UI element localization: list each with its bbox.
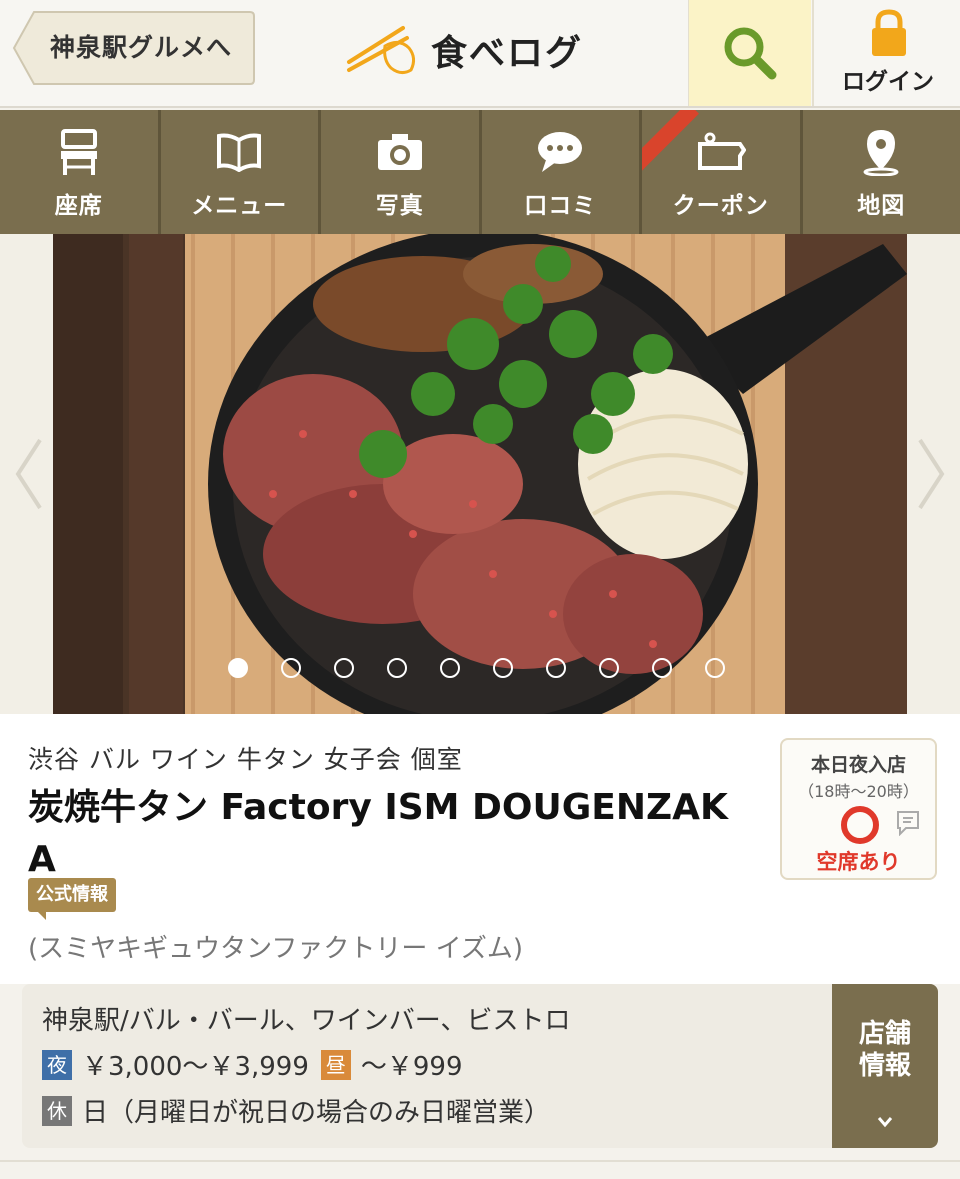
- gallery-dot[interactable]: [334, 658, 354, 678]
- nav-item-seats[interactable]: 座席: [0, 110, 161, 234]
- genre-text: 神泉駅/バル・バール、ワインバー、ビストロ: [42, 1006, 571, 1036]
- nav-item-reviews[interactable]: 口コミ: [482, 110, 642, 234]
- photo-gallery[interactable]: [0, 234, 960, 714]
- search-icon: [724, 27, 777, 80]
- vacancy-status-text: 空席あり: [816, 850, 901, 874]
- nav-label-menu: メニュー: [191, 193, 288, 219]
- login-button[interactable]: ログイン: [812, 0, 960, 106]
- restaurant-name: 炭焼牛タン Factory ISM DOUGENZAKA: [28, 787, 728, 880]
- back-to-area-button[interactable]: 神泉駅グルメへ: [12, 10, 256, 86]
- gallery-dot[interactable]: [493, 658, 513, 678]
- lunch-price: 〜￥999: [360, 1052, 463, 1082]
- speech-bubble-icon: [536, 128, 584, 176]
- back-button-label: 神泉駅グルメへ: [50, 33, 233, 62]
- chair-icon: [57, 128, 101, 176]
- nav-item-coupons[interactable]: クーポン: [642, 110, 803, 234]
- nav-item-photos[interactable]: 写真: [321, 110, 482, 234]
- dish-photo-illustration: [53, 234, 907, 714]
- search-button[interactable]: [688, 0, 811, 106]
- nav-label-photos: 写真: [375, 193, 424, 219]
- nav-label-reviews: 口コミ: [524, 193, 597, 219]
- restaurant-tags: 渋谷 バル ワイン 牛タン 女子会 個室: [28, 745, 463, 774]
- vacancy-title: 本日夜入店: [810, 754, 906, 776]
- nav-label-map: 地図: [857, 193, 906, 219]
- holiday-badge: 休: [42, 1095, 72, 1126]
- header: 神泉駅グルメへ 食べログ ログイン: [0, 0, 960, 108]
- nav-label-seats: 座席: [54, 193, 103, 219]
- shop-info-button[interactable]: 店舗 情報: [832, 984, 938, 1148]
- gallery-dot[interactable]: [387, 658, 407, 678]
- tabelog-logo[interactable]: 食べログ: [345, 20, 583, 80]
- book-icon: [215, 128, 263, 176]
- coupon-icon: [696, 128, 746, 176]
- nav-item-map[interactable]: 地図: [803, 110, 960, 234]
- night-badge: 夜: [42, 1049, 72, 1080]
- restaurant-nav: 座席 メニュー 写真 口コミ クーポン 地図: [0, 110, 960, 234]
- restaurant-kana: (スミヤキギュウタンファクトリー イズム): [28, 934, 523, 964]
- nav-label-coupons: クーポン: [672, 193, 769, 219]
- gallery-dot[interactable]: [440, 658, 460, 678]
- restaurant-info: 渋谷 バル ワイン 牛タン 女子会 個室 炭焼牛タン Factory ISM D…: [0, 714, 960, 984]
- lock-icon: [872, 9, 906, 56]
- gallery-dot[interactable]: [546, 658, 566, 678]
- chopsticks-logo-icon: [347, 26, 416, 75]
- map-pin-icon: [861, 128, 901, 176]
- camera-icon: [376, 128, 424, 176]
- holiday-text: 日（月曜日が祝日の場合のみ日曜営業）: [82, 1098, 551, 1128]
- gallery-dot[interactable]: [599, 658, 619, 678]
- night-price: ￥3,000〜￥3,999: [82, 1052, 309, 1082]
- available-circle-icon: [841, 806, 879, 844]
- gallery-dot[interactable]: [652, 658, 672, 678]
- logo-text: 食べログ: [431, 33, 584, 74]
- login-label: ログイン: [842, 69, 934, 95]
- official-info-badge[interactable]: 公式情報: [28, 878, 116, 920]
- new-ribbon: [642, 110, 699, 178]
- lunch-badge: 昼: [320, 1049, 351, 1080]
- genre-line: 神泉駅/バル・バール、ワインバー、ビストロ: [42, 1000, 571, 1037]
- gallery-dot[interactable]: [228, 658, 248, 678]
- chat-icon: [897, 811, 919, 836]
- dish-photo: [53, 234, 907, 714]
- shop-info-label: 店舗 情報: [858, 1019, 911, 1081]
- nav-item-menu[interactable]: メニュー: [161, 110, 321, 234]
- chevron-down-icon: [877, 1117, 893, 1128]
- chevron-right-icon[interactable]: [916, 434, 946, 514]
- holiday-line: 休 日（月曜日が祝日の場合のみ日曜営業）: [42, 1092, 550, 1129]
- chevron-left-icon[interactable]: [14, 434, 44, 514]
- restaurant-details: 神泉駅/バル・バール、ワインバー、ビストロ 夜 ￥3,000〜￥3,999 昼 …: [22, 984, 938, 1148]
- gallery-dots: [228, 658, 758, 678]
- vacancy-time: （18時〜20時）: [798, 782, 919, 801]
- price-line: 夜 ￥3,000〜￥3,999 昼 〜￥999: [42, 1046, 463, 1083]
- vacancy-status-box[interactable]: 本日夜入店 （18時〜20時） 空席あり: [780, 738, 937, 880]
- gallery-dot[interactable]: [281, 658, 301, 678]
- gallery-dot[interactable]: [705, 658, 725, 678]
- bottom-divider: [0, 1160, 960, 1179]
